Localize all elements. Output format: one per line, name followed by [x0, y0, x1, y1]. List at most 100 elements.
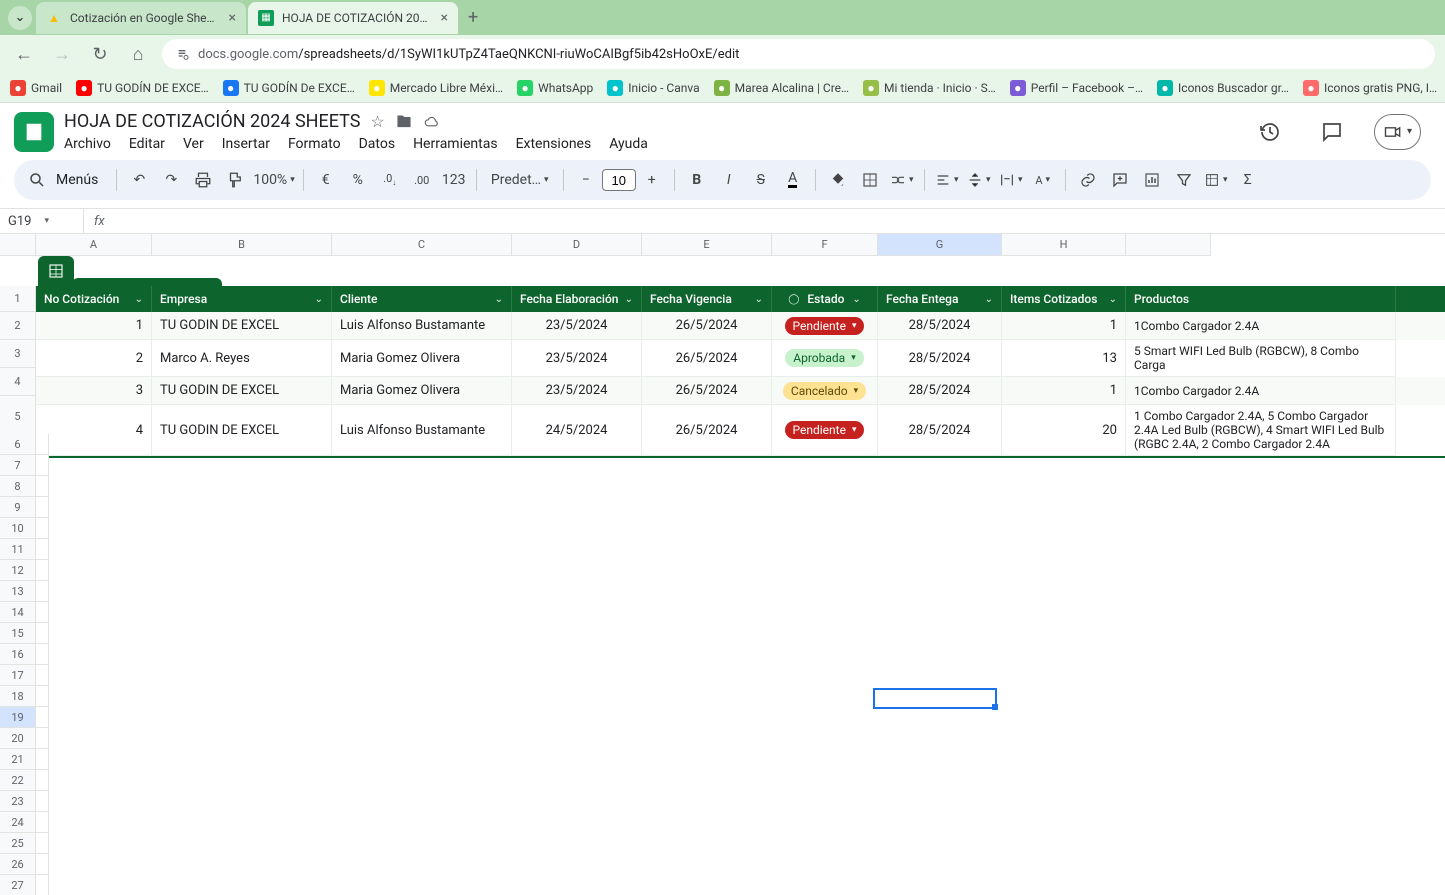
row-head-23[interactable]: 23: [0, 791, 36, 812]
row-head-6[interactable]: 6: [0, 434, 36, 455]
th-fecha-elab[interactable]: Fecha Elaboración⌄: [512, 286, 642, 312]
strike-button[interactable]: S: [747, 166, 775, 194]
row-head-14[interactable]: 14: [0, 602, 36, 623]
row-head-4[interactable]: 4: [0, 368, 36, 396]
cell-productos[interactable]: 1Combo Cargador 2.4A: [1126, 377, 1396, 405]
cell-fecha-ent[interactable]: 28/5/2024: [878, 377, 1002, 405]
row-head-8[interactable]: 8: [0, 476, 36, 497]
col-head-F[interactable]: F: [772, 234, 878, 256]
paint-format-button[interactable]: [221, 166, 249, 194]
cell-fecha-vig[interactable]: 26/5/2024: [642, 312, 772, 340]
empty-cell[interactable]: [36, 560, 49, 581]
empty-cell[interactable]: [36, 875, 49, 895]
table-row[interactable]: 3 TU GODIN DE EXCEL Maria Gomez Olivera …: [36, 377, 1445, 405]
cell-cliente[interactable]: Maria Gomez Olivera: [332, 340, 512, 377]
cell-fecha-ent[interactable]: 28/5/2024: [878, 312, 1002, 340]
cell-cliente[interactable]: Maria Gomez Olivera: [332, 377, 512, 405]
font-size-dec[interactable]: −: [572, 166, 600, 194]
menu-extensiones[interactable]: Extensiones: [516, 136, 592, 152]
address-bar[interactable]: docs.google.com/spreadsheets/d/1SyWI1kUT…: [162, 39, 1435, 69]
th-empresa[interactable]: Empresa⌄: [152, 286, 332, 312]
cell-empresa[interactable]: TU GODIN DE EXCEL: [152, 405, 332, 456]
back-button[interactable]: ←: [10, 44, 38, 65]
history-button[interactable]: [1250, 112, 1290, 152]
font-size-input[interactable]: [602, 169, 636, 191]
col-head-H[interactable]: H: [1002, 234, 1126, 256]
close-icon[interactable]: ×: [229, 10, 236, 26]
empty-cell[interactable]: [36, 854, 49, 875]
row-head-19[interactable]: 19: [0, 707, 36, 728]
cell-fecha-elab[interactable]: 23/5/2024: [512, 340, 642, 377]
empty-cell[interactable]: [36, 623, 49, 644]
site-info-icon[interactable]: [174, 46, 190, 62]
empty-cell[interactable]: [36, 434, 49, 455]
col-head-D[interactable]: D: [512, 234, 642, 256]
merge-button[interactable]: [888, 166, 916, 194]
cell-cliente[interactable]: Luis Alfonso Bustamante: [332, 405, 512, 456]
cell-estado[interactable]: Cancelado▾: [772, 377, 878, 405]
empty-cell[interactable]: [36, 833, 49, 854]
row-head-7[interactable]: 7: [0, 455, 36, 476]
cell-items[interactable]: 1: [1002, 377, 1126, 405]
th-productos[interactable]: Productos: [1126, 286, 1396, 312]
row-head-25[interactable]: 25: [0, 833, 36, 854]
th-fecha-vig[interactable]: Fecha Vigencia⌄: [642, 286, 772, 312]
cell-empresa[interactable]: TU GODIN DE EXCEL: [152, 312, 332, 340]
cell-productos[interactable]: 1Combo Cargador 2.4A: [1126, 312, 1396, 340]
link-button[interactable]: [1074, 166, 1102, 194]
row-head-10[interactable]: 10: [0, 518, 36, 539]
cell-items[interactable]: 13: [1002, 340, 1126, 377]
halign-button[interactable]: [933, 166, 961, 194]
name-box[interactable]: G19 ▾: [0, 209, 84, 233]
num-format-button[interactable]: 123: [440, 166, 468, 194]
bookmark-item[interactable]: ●TU GODÍN De EXCE…: [223, 80, 355, 96]
cell-empresa[interactable]: TU GODIN DE EXCEL: [152, 377, 332, 405]
cell-estado[interactable]: Pendiente▾: [772, 405, 878, 456]
home-button[interactable]: ⌂: [124, 44, 152, 65]
tab-2[interactable]: ▦ HOJA DE COTIZACIÓN 2024 SH… ×: [248, 2, 458, 34]
font-dropdown[interactable]: Predet…: [485, 166, 555, 194]
move-icon[interactable]: [395, 113, 413, 131]
status-chip[interactable]: Aprobada▾: [785, 349, 863, 367]
row-head-9[interactable]: 9: [0, 497, 36, 518]
cell-cliente[interactable]: Luis Alfonso Bustamante: [332, 312, 512, 340]
percent-button[interactable]: %: [344, 166, 372, 194]
tab-list-button[interactable]: ⌄: [8, 6, 32, 30]
menu-search[interactable]: Menús: [22, 171, 108, 189]
th-estado[interactable]: ◯Estado⌄: [772, 286, 878, 312]
row-head-18[interactable]: 18: [0, 686, 36, 707]
chevron-down-icon[interactable]: ⌄: [755, 294, 763, 305]
font-size-inc[interactable]: +: [638, 166, 666, 194]
table-row[interactable]: 1 TU GODIN DE EXCEL Luis Alfonso Bustama…: [36, 312, 1445, 340]
empty-cell[interactable]: [36, 770, 49, 791]
menu-insertar[interactable]: Insertar: [222, 136, 270, 152]
row-head-13[interactable]: 13: [0, 581, 36, 602]
undo-button[interactable]: ↶: [125, 166, 153, 194]
bookmark-item[interactable]: ●WhatsApp: [517, 80, 593, 96]
row-head-20[interactable]: 20: [0, 728, 36, 749]
bookmark-item[interactable]: ●Mi tienda · Inicio · S…: [863, 80, 996, 96]
currency-button[interactable]: €: [312, 166, 340, 194]
empty-cell[interactable]: [36, 707, 49, 728]
meet-button[interactable]: ▾: [1374, 114, 1421, 150]
zoom-dropdown[interactable]: 100%: [253, 166, 294, 194]
star-icon[interactable]: ☆: [370, 112, 384, 131]
bookmark-item[interactable]: ●Iconos gratis PNG, I…: [1303, 80, 1437, 96]
close-icon[interactable]: ×: [441, 10, 448, 26]
table-row[interactable]: 4 TU GODIN DE EXCEL Luis Alfonso Bustama…: [36, 405, 1445, 456]
bookmark-item[interactable]: ●Gmail: [10, 80, 62, 96]
chevron-down-icon[interactable]: ⌄: [315, 294, 323, 305]
menu-editar[interactable]: Editar: [129, 136, 165, 152]
empty-cell[interactable]: [36, 518, 49, 539]
cloud-status-icon[interactable]: [423, 113, 441, 131]
cell-fecha-vig[interactable]: 26/5/2024: [642, 340, 772, 377]
th-cliente[interactable]: Cliente⌄: [332, 286, 512, 312]
cell-items[interactable]: 20: [1002, 405, 1126, 456]
th-fecha-ent[interactable]: Fecha Entega⌄: [878, 286, 1002, 312]
tab-1[interactable]: ▲ Cotización en Google Sheets - ×: [36, 2, 246, 34]
chevron-down-icon[interactable]: ⌄: [625, 294, 633, 305]
bookmark-item[interactable]: ●Iconos Buscador gr…: [1157, 80, 1289, 96]
dec-more-button[interactable]: .00: [408, 166, 436, 194]
empty-cell[interactable]: [36, 791, 49, 812]
table-row[interactable]: 2 Marco A. Reyes Maria Gomez Olivera 23/…: [36, 340, 1445, 377]
